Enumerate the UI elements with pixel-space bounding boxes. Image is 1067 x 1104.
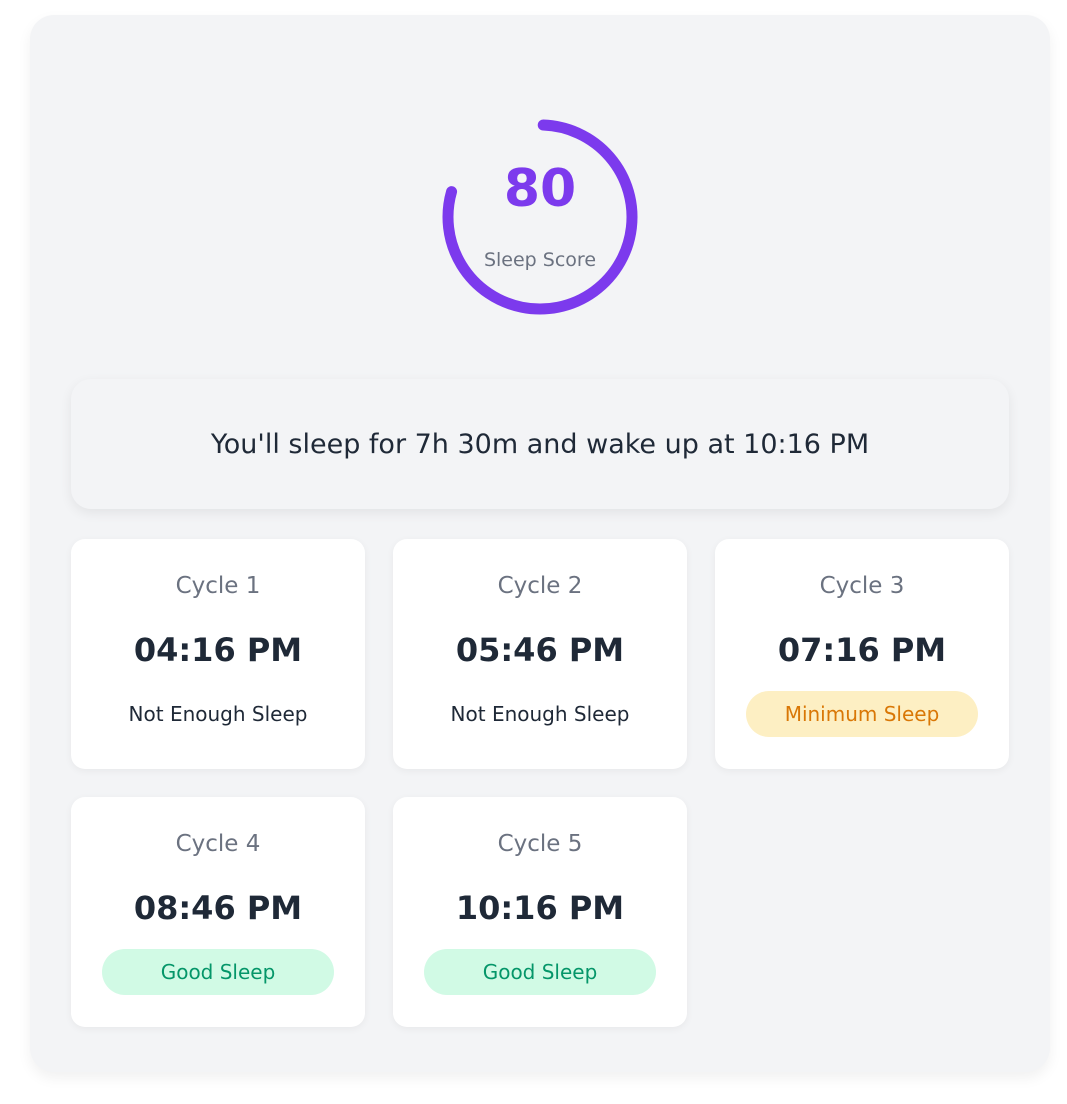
cycle-card-1[interactable]: Cycle 1 04:16 PM Not Enough Sleep	[71, 539, 365, 769]
cycle-status-badge: Good Sleep	[424, 949, 656, 995]
cycle-status-badge: Good Sleep	[102, 949, 334, 995]
cycle-label: Cycle 3	[819, 573, 905, 599]
sleep-summary: You'll sleep for 7h 30m and wake up at 1…	[71, 379, 1009, 509]
cycle-label: Cycle 1	[175, 573, 261, 599]
cycle-time: 04:16 PM	[133, 631, 303, 669]
score-value: 80	[503, 159, 577, 219]
cycle-time: 08:46 PM	[133, 889, 303, 927]
cycle-card-2[interactable]: Cycle 2 05:46 PM Not Enough Sleep	[393, 539, 687, 769]
cycle-card-3[interactable]: Cycle 3 07:16 PM Minimum Sleep	[715, 539, 1009, 769]
cycle-label: Cycle 5	[497, 831, 583, 857]
cycle-time: 07:16 PM	[777, 631, 947, 669]
sleep-score-gauge: 80 Sleep Score	[440, 117, 640, 317]
cycle-time: 05:46 PM	[455, 631, 625, 669]
cycle-status: Not Enough Sleep	[450, 702, 630, 726]
cycle-card-5[interactable]: Cycle 5 10:16 PM Good Sleep	[393, 797, 687, 1027]
cycle-status: Not Enough Sleep	[128, 702, 308, 726]
cycle-card-4[interactable]: Cycle 4 08:46 PM Good Sleep	[71, 797, 365, 1027]
cycle-label: Cycle 2	[497, 573, 583, 599]
cycle-label: Cycle 4	[175, 831, 261, 857]
sleep-calculator-panel: 80 Sleep Score You'll sleep for 7h 30m a…	[30, 15, 1050, 1072]
cycle-time: 10:16 PM	[455, 889, 625, 927]
score-label: Sleep Score	[483, 249, 597, 271]
cycle-status-badge: Minimum Sleep	[746, 691, 978, 737]
